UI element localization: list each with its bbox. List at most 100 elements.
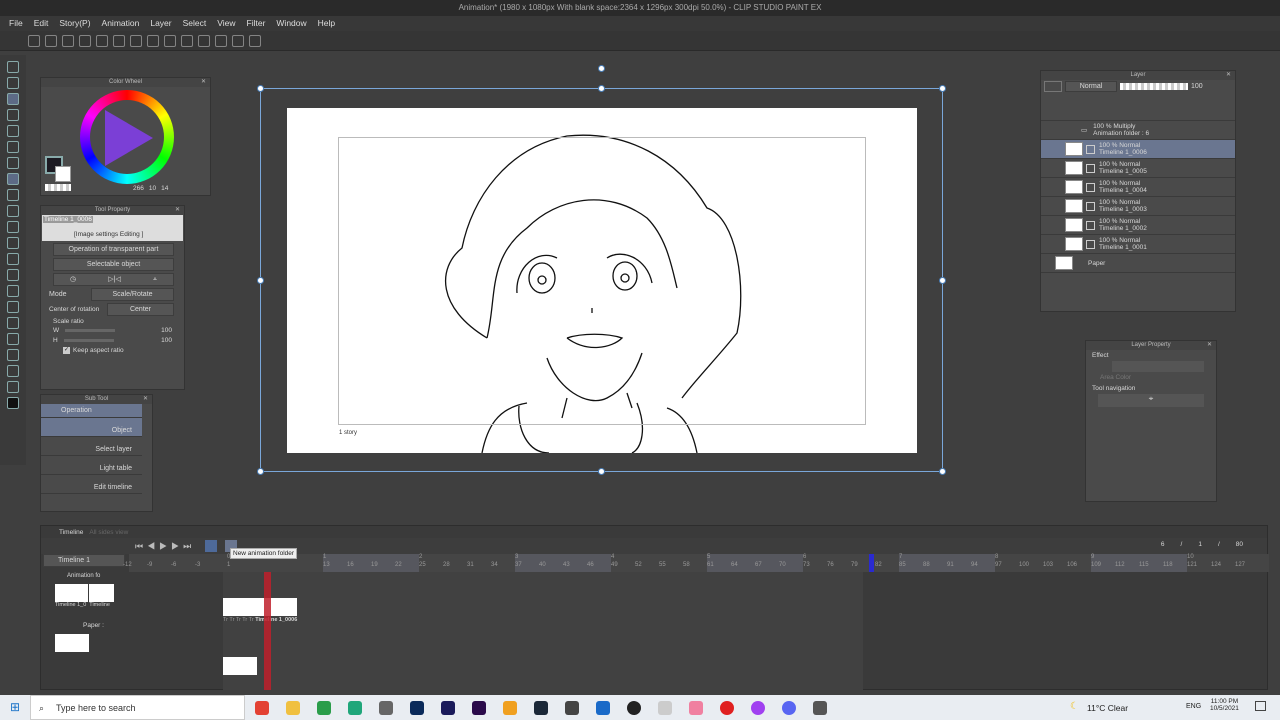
brush-tool-icon[interactable]: [7, 205, 19, 217]
saturation-triangle[interactable]: [105, 110, 153, 166]
undo-icon[interactable]: [96, 34, 108, 47]
close-icon[interactable]: ✕: [1226, 71, 1231, 80]
selectable-object-dropdown[interactable]: Selectable object: [53, 258, 174, 271]
ruler-tool-icon[interactable]: [7, 333, 19, 345]
messenger-icon[interactable]: [751, 701, 765, 715]
resize-handle[interactable]: [939, 277, 946, 284]
figure-tool-icon[interactable]: [7, 301, 19, 313]
zoom-tool-icon[interactable]: [7, 61, 19, 73]
flip-horizontal-icon[interactable]: ▷|◁: [108, 274, 121, 285]
menu-help[interactable]: Help: [318, 16, 335, 31]
menu-select[interactable]: Select: [183, 16, 207, 31]
transparent-color-swatch[interactable]: [45, 184, 71, 191]
snap-special-ruler-icon[interactable]: [215, 34, 227, 47]
effect-buttons[interactable]: [1112, 361, 1204, 372]
menu-animation[interactable]: Animation: [102, 16, 140, 31]
after-effects-icon[interactable]: [441, 701, 455, 715]
current-frame[interactable]: 6: [1161, 541, 1165, 548]
close-icon[interactable]: ✕: [175, 206, 180, 215]
frame-ruler[interactable]: 0 1 2 3 4 5 6 7 8 9 10 -12 -9 -6 -3 1 13 16 19 22 25 28 31 34 37…: [123, 554, 1269, 572]
track-animation-folder[interactable]: Animation fo: [41, 573, 127, 579]
discord-icon[interactable]: [782, 701, 796, 715]
app-icon[interactable]: [689, 701, 703, 715]
end-marker[interactable]: [869, 554, 874, 572]
operation-tool-icon[interactable]: [7, 93, 19, 105]
app-icon[interactable]: [503, 701, 517, 715]
menu-story[interactable]: Story(P): [59, 16, 90, 31]
sub-tool-object[interactable]: Object: [41, 418, 142, 437]
pencil-tool-icon[interactable]: [7, 189, 19, 201]
animation-cels[interactable]: [223, 598, 297, 616]
paper-cel[interactable]: [223, 657, 257, 675]
tool-navigation-button[interactable]: ⌖: [1098, 394, 1204, 407]
help-icon[interactable]: [249, 34, 261, 47]
opacity-slider[interactable]: [1120, 83, 1188, 90]
clip-studio-taskbar-icon[interactable]: [658, 701, 672, 715]
resize-handle[interactable]: [257, 85, 264, 92]
menu-view[interactable]: View: [217, 16, 235, 31]
h-slider[interactable]: [63, 339, 114, 342]
sub-tool-select-layer[interactable]: Select layer: [41, 437, 142, 456]
app-icon[interactable]: [565, 701, 579, 715]
selection-tool-icon[interactable]: [7, 125, 19, 137]
playback-controls[interactable]: ⏮◀▶▶⏭: [135, 541, 195, 552]
track-paper[interactable]: Paper :: [41, 622, 127, 629]
resize-handle[interactable]: [939, 85, 946, 92]
menu-window[interactable]: Window: [276, 16, 306, 31]
rotate-icon[interactable]: ◷: [70, 274, 76, 285]
playhead[interactable]: [264, 572, 271, 690]
rotate-handle[interactable]: [598, 65, 605, 72]
photoshop-icon[interactable]: [410, 701, 424, 715]
clock[interactable]: 11:00 PM 10/5/2021: [1210, 698, 1239, 712]
sub-tool-group-operation[interactable]: Operation: [41, 404, 142, 418]
keep-aspect-checkbox[interactable]: ✓: [63, 347, 70, 354]
layer-row[interactable]: 100 % Normal Timeline 1_0006: [1041, 140, 1235, 159]
timeline-select[interactable]: Timeline 1: [43, 554, 125, 567]
clear-icon[interactable]: [147, 34, 159, 47]
close-icon[interactable]: ✕: [143, 395, 148, 404]
app-icon[interactable]: [317, 701, 331, 715]
open-icon[interactable]: [62, 34, 74, 47]
app-icon[interactable]: [596, 701, 610, 715]
sub-tool-light-table[interactable]: Light table: [41, 456, 142, 475]
correct-line-tool-icon[interactable]: [7, 381, 19, 393]
eraser-tool-icon[interactable]: [7, 237, 19, 249]
layer-row-paper[interactable]: Paper: [1041, 254, 1235, 273]
resize-handle[interactable]: [939, 468, 946, 475]
transparent-part-dropdown[interactable]: Operation of transparent part: [53, 243, 174, 256]
pen-tool-icon[interactable]: [7, 173, 19, 185]
opacity-value[interactable]: 100: [1191, 83, 1203, 90]
text-tool-icon[interactable]: [7, 349, 19, 361]
notifications-icon[interactable]: [1255, 701, 1266, 711]
gradient-tool-icon[interactable]: [7, 285, 19, 297]
transform-icon[interactable]: [181, 34, 193, 47]
center-dropdown[interactable]: Center: [107, 303, 174, 316]
frame-tool-icon[interactable]: [7, 317, 19, 329]
search-box[interactable]: ⌕ Type here to search: [30, 695, 245, 720]
snap-ruler-icon[interactable]: [198, 34, 210, 47]
snap-grid-icon[interactable]: [232, 34, 244, 47]
loop-button[interactable]: [205, 540, 217, 552]
resize-handle[interactable]: [598, 85, 605, 92]
animation-folder-row[interactable]: ▭ 100 % Multiply Animation folder : 6: [1041, 121, 1235, 140]
deselect-icon[interactable]: [130, 34, 142, 47]
layer-color-button[interactable]: [1044, 81, 1062, 92]
w-value[interactable]: 100: [161, 327, 172, 334]
close-icon[interactable]: ✕: [201, 78, 206, 87]
app-icon[interactable]: [348, 701, 362, 715]
airbrush-tool-icon[interactable]: [7, 221, 19, 233]
layer-row[interactable]: 100 % Normal Timeline 1_0005: [1041, 159, 1235, 178]
frame-area[interactable]: Tr Tr Tr Tr Tr Timeline 1_0006: [223, 572, 863, 690]
menu-edit[interactable]: Edit: [34, 16, 49, 31]
w-slider[interactable]: [65, 329, 116, 332]
move-tool-icon[interactable]: [7, 109, 19, 121]
steam-icon[interactable]: [534, 701, 548, 715]
tab-timeline[interactable]: Timeline: [59, 529, 83, 536]
sub-color-swatch[interactable]: [55, 166, 71, 182]
h-value[interactable]: 100: [161, 337, 172, 344]
hand-tool-icon[interactable]: [7, 77, 19, 89]
flip-vertical-icon[interactable]: ⩡: [153, 274, 157, 285]
main-color-swatch[interactable]: [7, 397, 19, 409]
chrome-icon[interactable]: [255, 701, 269, 715]
sub-tool-edit-timeline[interactable]: Edit timeline: [41, 475, 142, 494]
